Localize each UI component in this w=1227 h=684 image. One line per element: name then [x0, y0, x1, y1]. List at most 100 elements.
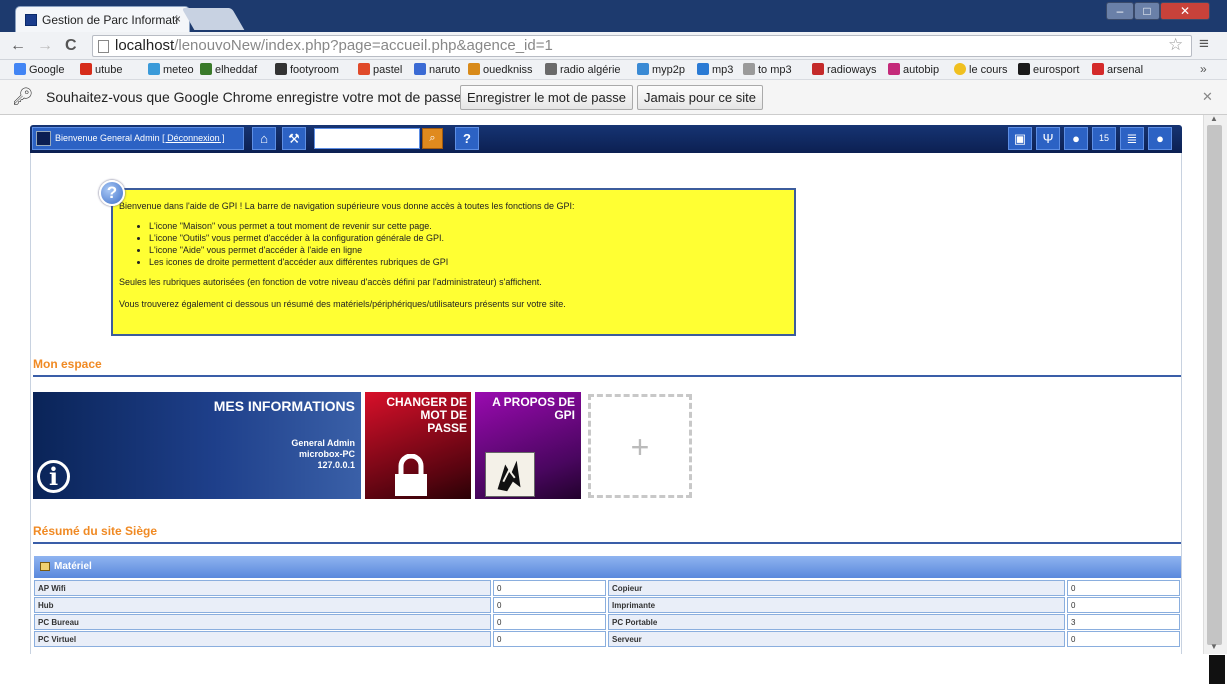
- bookmark-item[interactable]: elheddaf: [200, 63, 257, 76]
- address-bar[interactable]: localhost/lenouvoNew/index.php?page=accu…: [92, 35, 1192, 57]
- row-value: 0: [1067, 580, 1180, 596]
- info-host: microbox-PC: [298, 449, 355, 459]
- home-icon[interactable]: ⌂: [252, 127, 276, 150]
- row-value: 0: [1067, 597, 1180, 613]
- row-label: PC Virtuel: [34, 631, 491, 647]
- calendar-icon[interactable]: 15: [1092, 127, 1116, 150]
- browser-tab[interactable]: Gestion de Parc Informati ×: [15, 6, 190, 32]
- document-icon[interactable]: ≣: [1120, 127, 1144, 150]
- help-item: L'icone "Aide" vous permet d'accéder à l…: [149, 244, 784, 256]
- usb-icon[interactable]: Ψ: [1036, 127, 1060, 150]
- bookmark-star-icon[interactable]: ☆: [1168, 35, 1183, 55]
- computers-icon[interactable]: ▣: [1008, 127, 1032, 150]
- changer-mot-de-passe-tile[interactable]: CHANGER DE MOT DE PASSE: [365, 392, 471, 499]
- welcome-box: Bienvenue General Admin [ Déconnexion ]: [32, 127, 244, 150]
- add-tile-button[interactable]: +: [588, 394, 692, 498]
- mp3-icon: [697, 63, 709, 75]
- more-bookmarks-icon[interactable]: »: [1200, 62, 1207, 76]
- search-icon[interactable]: ⌕: [422, 128, 443, 149]
- row-value: 0: [493, 631, 606, 647]
- tile-title: A PROPOS DE GPI: [492, 395, 575, 422]
- eurosport-icon: [1018, 63, 1030, 75]
- infobar-message: Souhaitez-vous que Google Chrome enregis…: [46, 89, 474, 105]
- bookmark-item[interactable]: mp3: [697, 63, 733, 76]
- close-infobar-icon[interactable]: ✕: [1202, 89, 1213, 105]
- new-tab-button[interactable]: [181, 8, 245, 30]
- close-window-button[interactable]: ✕: [1160, 2, 1210, 20]
- save-password-button[interactable]: Enregistrer le mot de passe: [460, 85, 633, 110]
- tile-info-text: General Admin microbox-PC 127.0.0.1: [291, 438, 355, 471]
- bookmark-item[interactable]: naruto: [414, 63, 460, 76]
- google-icon: [14, 63, 26, 75]
- maximize-button[interactable]: □: [1134, 2, 1160, 20]
- help-bubble-icon: ?: [99, 180, 125, 206]
- bookmark-item[interactable]: utube: [80, 63, 123, 76]
- elheddaf-icon: [200, 63, 212, 75]
- table-row: Hub 0 Imprimante 0: [34, 597, 1181, 614]
- bookmark-item[interactable]: myp2p: [637, 63, 685, 76]
- bookmark-item[interactable]: Google: [14, 63, 64, 76]
- materiel-icon: [40, 562, 50, 571]
- scroll-down-icon[interactable]: ▼: [1210, 642, 1218, 651]
- forward-icon[interactable]: →: [37, 37, 53, 55]
- info-user: General Admin: [291, 438, 355, 448]
- bookmark-item[interactable]: le cours: [954, 63, 1008, 76]
- help-icon[interactable]: ?: [455, 127, 479, 150]
- bookmark-item[interactable]: arsenal: [1092, 63, 1143, 76]
- user-icon[interactable]: ●: [1148, 127, 1172, 150]
- tools-icon[interactable]: ⚒: [282, 127, 306, 150]
- bookmark-item[interactable]: autobip: [888, 63, 939, 76]
- never-save-button[interactable]: Jamais pour ce site: [637, 85, 763, 110]
- row-value: 3: [1067, 614, 1180, 630]
- help-resume: Vous trouverez également ci dessous un r…: [119, 299, 566, 309]
- gpi-logo-icon: [36, 131, 51, 146]
- software-disc-icon[interactable]: ●: [1064, 127, 1088, 150]
- key-icon: 🔑︎: [12, 87, 34, 106]
- scroll-up-icon[interactable]: ▲: [1210, 114, 1218, 123]
- gpi-logo-image-icon: [485, 452, 535, 497]
- bookmark-item[interactable]: meteo: [148, 63, 194, 76]
- table-row: PC Bureau 0 PC Portable 3: [34, 614, 1181, 631]
- minimize-button[interactable]: –: [1106, 2, 1134, 20]
- row-label: Serveur: [608, 631, 1065, 647]
- bookmark-item[interactable]: eurosport: [1018, 63, 1079, 76]
- gpi-navbar: Bienvenue General Admin [ Déconnexion ] …: [30, 125, 1182, 153]
- chrome-menu-icon[interactable]: ≡: [1199, 34, 1209, 54]
- bookmark-item[interactable]: radioways: [812, 63, 877, 76]
- row-label: Hub: [34, 597, 491, 613]
- materiel-header[interactable]: Matériel: [34, 556, 1181, 578]
- section-divider: [33, 542, 1181, 544]
- le-cours-icon: [954, 63, 966, 75]
- help-item: Les icones de droite permettent d'accéde…: [149, 256, 784, 268]
- meteo-icon: [148, 63, 160, 75]
- tile-title: MES INFORMATIONS: [213, 398, 355, 414]
- a-propos-gpi-tile[interactable]: A PROPOS DE GPI: [475, 392, 581, 499]
- search-input[interactable]: [314, 128, 420, 149]
- table-row: AP Wifi 0 Copieur 0: [34, 580, 1181, 597]
- bookmark-item[interactable]: radio algérie: [545, 63, 621, 76]
- back-icon[interactable]: ←: [10, 37, 26, 55]
- radioways-icon: [812, 63, 824, 75]
- mon-espace-title: Mon espace: [33, 357, 102, 371]
- bookmark-item[interactable]: to mp3: [743, 63, 792, 76]
- logout-link[interactable]: [ Déconnexion ]: [162, 133, 225, 143]
- url-host: localhost: [115, 37, 175, 54]
- bookmark-item[interactable]: ouedkniss: [468, 63, 533, 76]
- arsenal-icon: [1092, 63, 1104, 75]
- row-label: PC Bureau: [34, 614, 491, 630]
- scrollbar-thumb[interactable]: [1207, 125, 1222, 645]
- browser-toolbar: ← → C localhost/lenouvoNew/index.php?pag…: [0, 32, 1227, 60]
- help-box: Bienvenue dans l'aide de GPI ! La barre …: [111, 188, 796, 336]
- table-row: PC Virtuel 0 Serveur 0: [34, 631, 1181, 648]
- ouedkniss-icon: [468, 63, 480, 75]
- reload-icon[interactable]: C: [65, 37, 77, 55]
- close-tab-icon[interactable]: ×: [174, 12, 181, 26]
- welcome-text: Bienvenue General Admin: [55, 133, 160, 143]
- bookmark-item[interactable]: footyroom: [275, 63, 339, 76]
- mes-informations-tile[interactable]: MES INFORMATIONS General Admin microbox-…: [33, 392, 361, 499]
- bookmark-item[interactable]: pastel: [358, 63, 402, 76]
- info-icon: i: [37, 460, 70, 493]
- window-titlebar: Gestion de Parc Informati × – □ ✕: [0, 0, 1227, 32]
- vertical-scrollbar[interactable]: ▲ ▼: [1203, 114, 1227, 654]
- materiel-title: Matériel: [54, 561, 92, 572]
